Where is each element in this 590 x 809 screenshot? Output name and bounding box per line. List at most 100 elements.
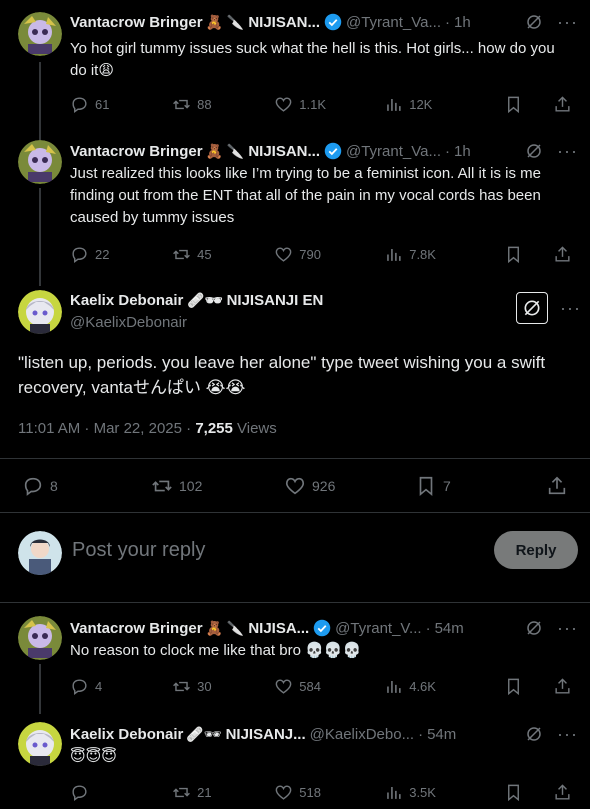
bookmark-button[interactable] <box>504 245 529 264</box>
bookmark-button[interactable] <box>504 677 529 696</box>
separator-dot: · <box>445 142 450 160</box>
separator-dot: · <box>418 725 424 743</box>
avatar-kaelix[interactable] <box>18 290 62 334</box>
timestamp[interactable]: 11:01 AM · Mar 22, 2025 · <box>18 420 195 437</box>
display-name[interactable]: Kaelix Debonair <box>70 292 183 309</box>
views-chart-icon <box>387 680 401 693</box>
share-button[interactable] <box>553 783 578 802</box>
views-chart-icon <box>387 786 401 799</box>
views-count: 12K <box>409 96 433 112</box>
verified-badge-icon <box>324 13 342 31</box>
bookmark-button[interactable] <box>504 783 529 802</box>
user-handle[interactable]: @Tyrant_V... <box>335 620 421 637</box>
heart-icon <box>285 477 305 495</box>
reply-button[interactable]: 22 <box>70 245 172 264</box>
display-name[interactable]: Vantacrow Bringer <box>70 143 203 160</box>
display-name-org[interactable]: NIJISANJI EN <box>227 292 324 309</box>
avatar-vantacrow[interactable] <box>18 12 62 56</box>
timestamp[interactable]: 54m <box>427 726 456 743</box>
bookmark-icon <box>508 246 519 263</box>
thread-line <box>39 664 41 714</box>
divider <box>0 602 590 603</box>
grok-icon[interactable] <box>525 725 543 743</box>
reply-submit-button[interactable]: Reply <box>494 531 578 569</box>
reply-button[interactable]: 4 <box>70 677 172 696</box>
share-icon <box>555 783 570 800</box>
like-button[interactable]: 518 <box>274 783 384 802</box>
timestamp[interactable]: 1h <box>454 14 471 31</box>
retweet-button[interactable]: 102 <box>151 475 284 497</box>
retweet-count: 88 <box>197 96 212 112</box>
grok-button[interactable] <box>516 292 548 324</box>
more-options-icon[interactable]: ··· <box>557 619 578 637</box>
avatar-vantacrow[interactable] <box>18 140 62 184</box>
display-name-org[interactable]: NIJISAN... <box>248 143 320 160</box>
main-author-name[interactable]: Kaelix Debonair 🩹🕶 NIJISANJI EN <box>70 292 323 309</box>
share-icon <box>555 677 570 694</box>
bookmark-button[interactable]: 7 <box>415 475 546 497</box>
timestamp[interactable]: 1h <box>454 143 471 160</box>
grok-icon[interactable] <box>525 619 543 637</box>
user-handle[interactable]: @KaelixDebo... <box>310 726 414 743</box>
user-handle[interactable]: @Tyrant_Va... <box>346 14 441 31</box>
heart-icon <box>275 246 292 262</box>
reply-button[interactable] <box>70 783 172 802</box>
reply-button[interactable]: 61 <box>70 95 172 114</box>
reply-icon <box>24 477 42 496</box>
more-options-icon[interactable]: ··· <box>560 298 581 319</box>
display-name-org[interactable]: NIJISA... <box>248 620 309 637</box>
more-options-icon[interactable]: ··· <box>557 13 578 31</box>
verified-badge-icon <box>313 619 331 637</box>
like-button[interactable]: 1.1K <box>274 95 384 114</box>
retweet-button[interactable]: 30 <box>172 677 274 696</box>
grok-icon <box>524 300 540 316</box>
thread-line <box>39 188 41 286</box>
views-count: 7,255 <box>195 420 233 437</box>
views-button[interactable]: 7.8K <box>384 245 504 264</box>
retweet-count: 45 <box>197 246 212 262</box>
display-name[interactable]: Vantacrow Bringer <box>70 620 203 637</box>
like-button[interactable]: 584 <box>274 677 384 696</box>
display-name[interactable]: Kaelix Debonair <box>70 726 183 743</box>
views-button[interactable]: 3.5K <box>384 783 504 802</box>
views-button[interactable]: 4.6K <box>384 677 504 696</box>
views-button[interactable]: 12K <box>384 95 504 114</box>
retweet-count: 30 <box>197 678 212 694</box>
reply-button[interactable]: 8 <box>22 475 151 497</box>
heart-icon <box>275 784 292 800</box>
name-emoji: 🧸 🔪 <box>205 142 245 159</box>
avatar-vantacrow[interactable] <box>18 616 62 660</box>
like-button[interactable]: 926 <box>284 475 415 497</box>
bookmark-button[interactable] <box>504 95 529 114</box>
retweet-button[interactable]: 21 <box>172 783 274 802</box>
tweet-meta: 11:01 AM · Mar 22, 2025 · 7,255 Views <box>18 420 277 437</box>
name-emoji: 🧸 🔪 <box>205 619 245 636</box>
avatar-kaelix[interactable] <box>18 722 62 766</box>
display-name-org[interactable]: NIJISAN... <box>248 14 320 31</box>
separator-dot: · <box>445 13 450 31</box>
retweet-icon <box>173 249 191 259</box>
views-count: 3.5K <box>409 784 436 800</box>
share-button[interactable] <box>546 475 574 497</box>
like-button[interactable]: 790 <box>274 245 384 264</box>
reply-count: 22 <box>95 246 110 262</box>
more-options-icon[interactable]: ··· <box>557 725 578 743</box>
more-options-icon[interactable]: ··· <box>557 142 578 160</box>
user-handle[interactable]: @Tyrant_Va... <box>346 143 441 160</box>
share-button[interactable] <box>553 245 578 264</box>
grok-icon[interactable] <box>525 142 543 160</box>
timestamp[interactable]: 54m <box>435 620 464 637</box>
views-chart-icon <box>387 248 401 261</box>
current-user-avatar[interactable] <box>18 531 62 575</box>
views-chart-icon <box>387 98 401 111</box>
retweet-button[interactable]: 45 <box>172 245 274 264</box>
retweet-button[interactable]: 88 <box>172 95 274 114</box>
share-button[interactable] <box>553 95 578 114</box>
share-button[interactable] <box>553 677 578 696</box>
reply-input[interactable]: Post your reply <box>72 539 205 562</box>
grok-icon[interactable] <box>525 13 543 31</box>
display-name[interactable]: Vantacrow Bringer <box>70 14 203 31</box>
user-handle[interactable]: @KaelixDebonair <box>70 314 187 331</box>
main-tweet-text: "listen up, periods. you leave her alone… <box>18 353 546 397</box>
display-name-org[interactable]: NIJISANJ... <box>226 726 306 743</box>
